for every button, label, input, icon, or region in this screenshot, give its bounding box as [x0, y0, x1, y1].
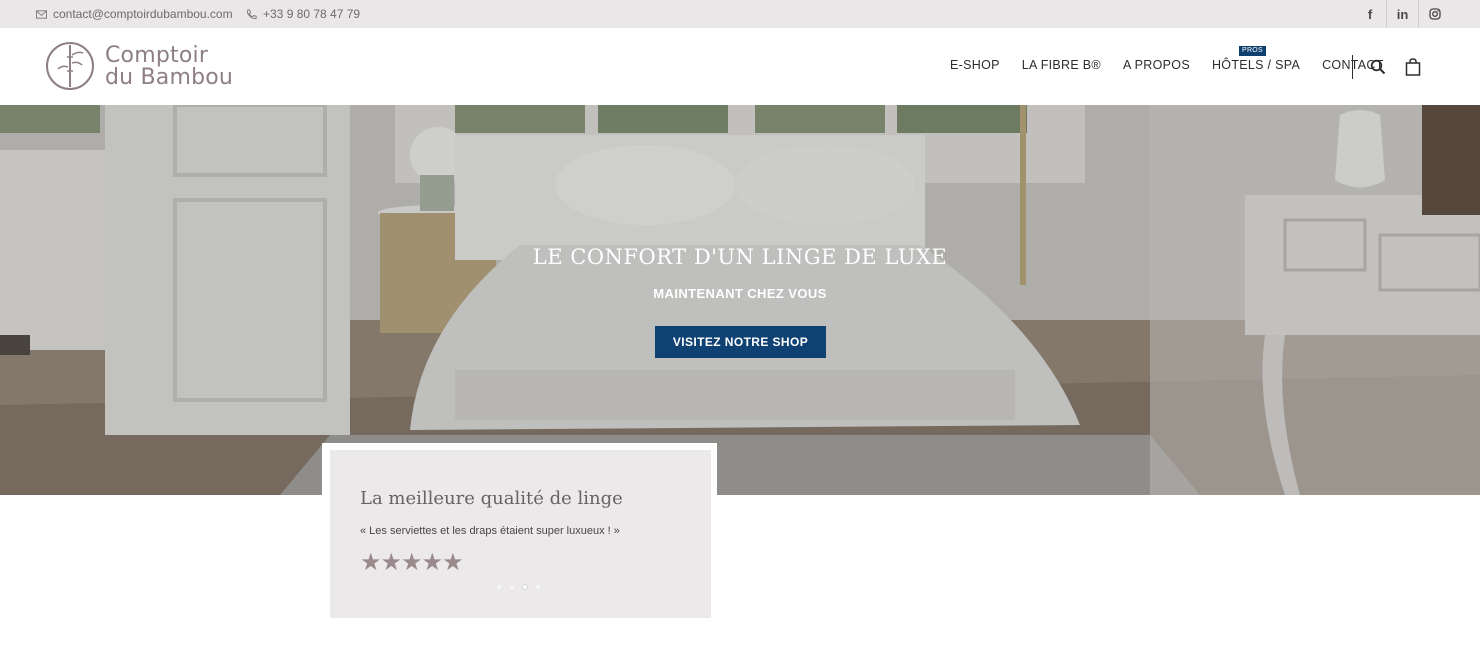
instagram-icon[interactable]: [1418, 0, 1450, 28]
bamboo-logo-icon: [46, 42, 94, 90]
nav-a-propos[interactable]: A PROPOS: [1123, 58, 1190, 72]
testimonial-title: La meilleure qualité de linge: [360, 488, 623, 509]
contact-email[interactable]: contact@comptoirdubambou.com: [36, 7, 233, 21]
phone-text[interactable]: +33 9 80 78 47 79: [263, 7, 360, 21]
star-rating: ★★★★★: [360, 549, 464, 576]
social-links: f in: [1354, 0, 1450, 28]
visit-shop-button[interactable]: VISITEZ NOTRE SHOP: [655, 326, 826, 358]
contact-phone[interactable]: +33 9 80 78 47 79: [246, 7, 360, 21]
carousel-dot[interactable]: [510, 585, 514, 589]
site-header: Comptoir du Bambou E-SHOP LA FIBRE B® A …: [0, 28, 1480, 105]
pros-badge: PROS: [1238, 46, 1267, 56]
testimonial-card: La meilleure qualité de linge « Les serv…: [330, 450, 711, 618]
phone-icon: [246, 8, 257, 19]
testimonial-quote: « Les serviettes et les draps étaient su…: [360, 525, 620, 537]
carousel-dot[interactable]: [497, 585, 501, 589]
linkedin-icon[interactable]: in: [1386, 0, 1418, 28]
carousel-dots: [497, 585, 540, 589]
hero-title: LE CONFORT D'UN LINGE DE LUXE: [532, 245, 948, 269]
logo[interactable]: Comptoir du Bambou: [45, 40, 235, 94]
nav-la-fibre[interactable]: LA FIBRE B®: [1022, 58, 1101, 72]
hero-subtitle: MAINTENANT CHEZ VOUS: [653, 286, 827, 301]
nav-hotels-spa[interactable]: PROS HÔTELS / SPA: [1211, 46, 1301, 72]
carousel-dot[interactable]: [536, 585, 540, 589]
search-icon[interactable]: [1370, 59, 1386, 75]
cart-icon[interactable]: [1405, 58, 1421, 76]
main-nav: E-SHOP LA FIBRE B® A PROPOS PROS HÔTELS …: [950, 46, 1406, 72]
nav-hotels-spa-label: HÔTELS / SPA: [1211, 58, 1301, 72]
logo-line-2: du Bambou: [105, 65, 234, 90]
email-text[interactable]: contact@comptoirdubambou.com: [53, 7, 233, 21]
nav-eshop[interactable]: E-SHOP: [950, 58, 1000, 72]
carousel-dot-active[interactable]: [523, 585, 527, 589]
logo-line-1: Comptoir: [105, 43, 209, 68]
hero-banner: LE CONFORT D'UN LINGE DE LUXE MAINTENANT…: [0, 105, 1480, 495]
top-bar: contact@comptoirdubambou.com +33 9 80 78…: [0, 0, 1480, 28]
mail-icon: [36, 9, 47, 19]
nav-divider: [1352, 55, 1353, 79]
facebook-icon[interactable]: f: [1354, 0, 1386, 28]
